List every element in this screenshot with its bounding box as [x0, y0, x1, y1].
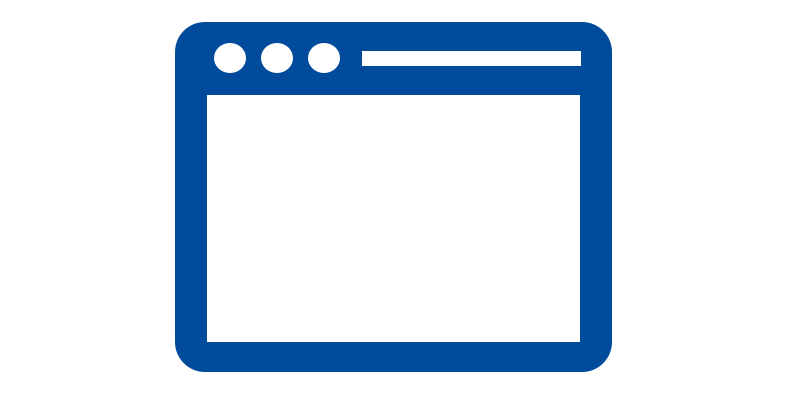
icon-stage: [0, 0, 800, 400]
window-address-bar: [362, 51, 581, 66]
browser-window-icon: [175, 22, 612, 372]
window-dot-2: [261, 43, 293, 73]
window-content-area: [207, 95, 580, 342]
window-dot-1: [214, 43, 246, 73]
window-dot-3: [308, 43, 340, 73]
